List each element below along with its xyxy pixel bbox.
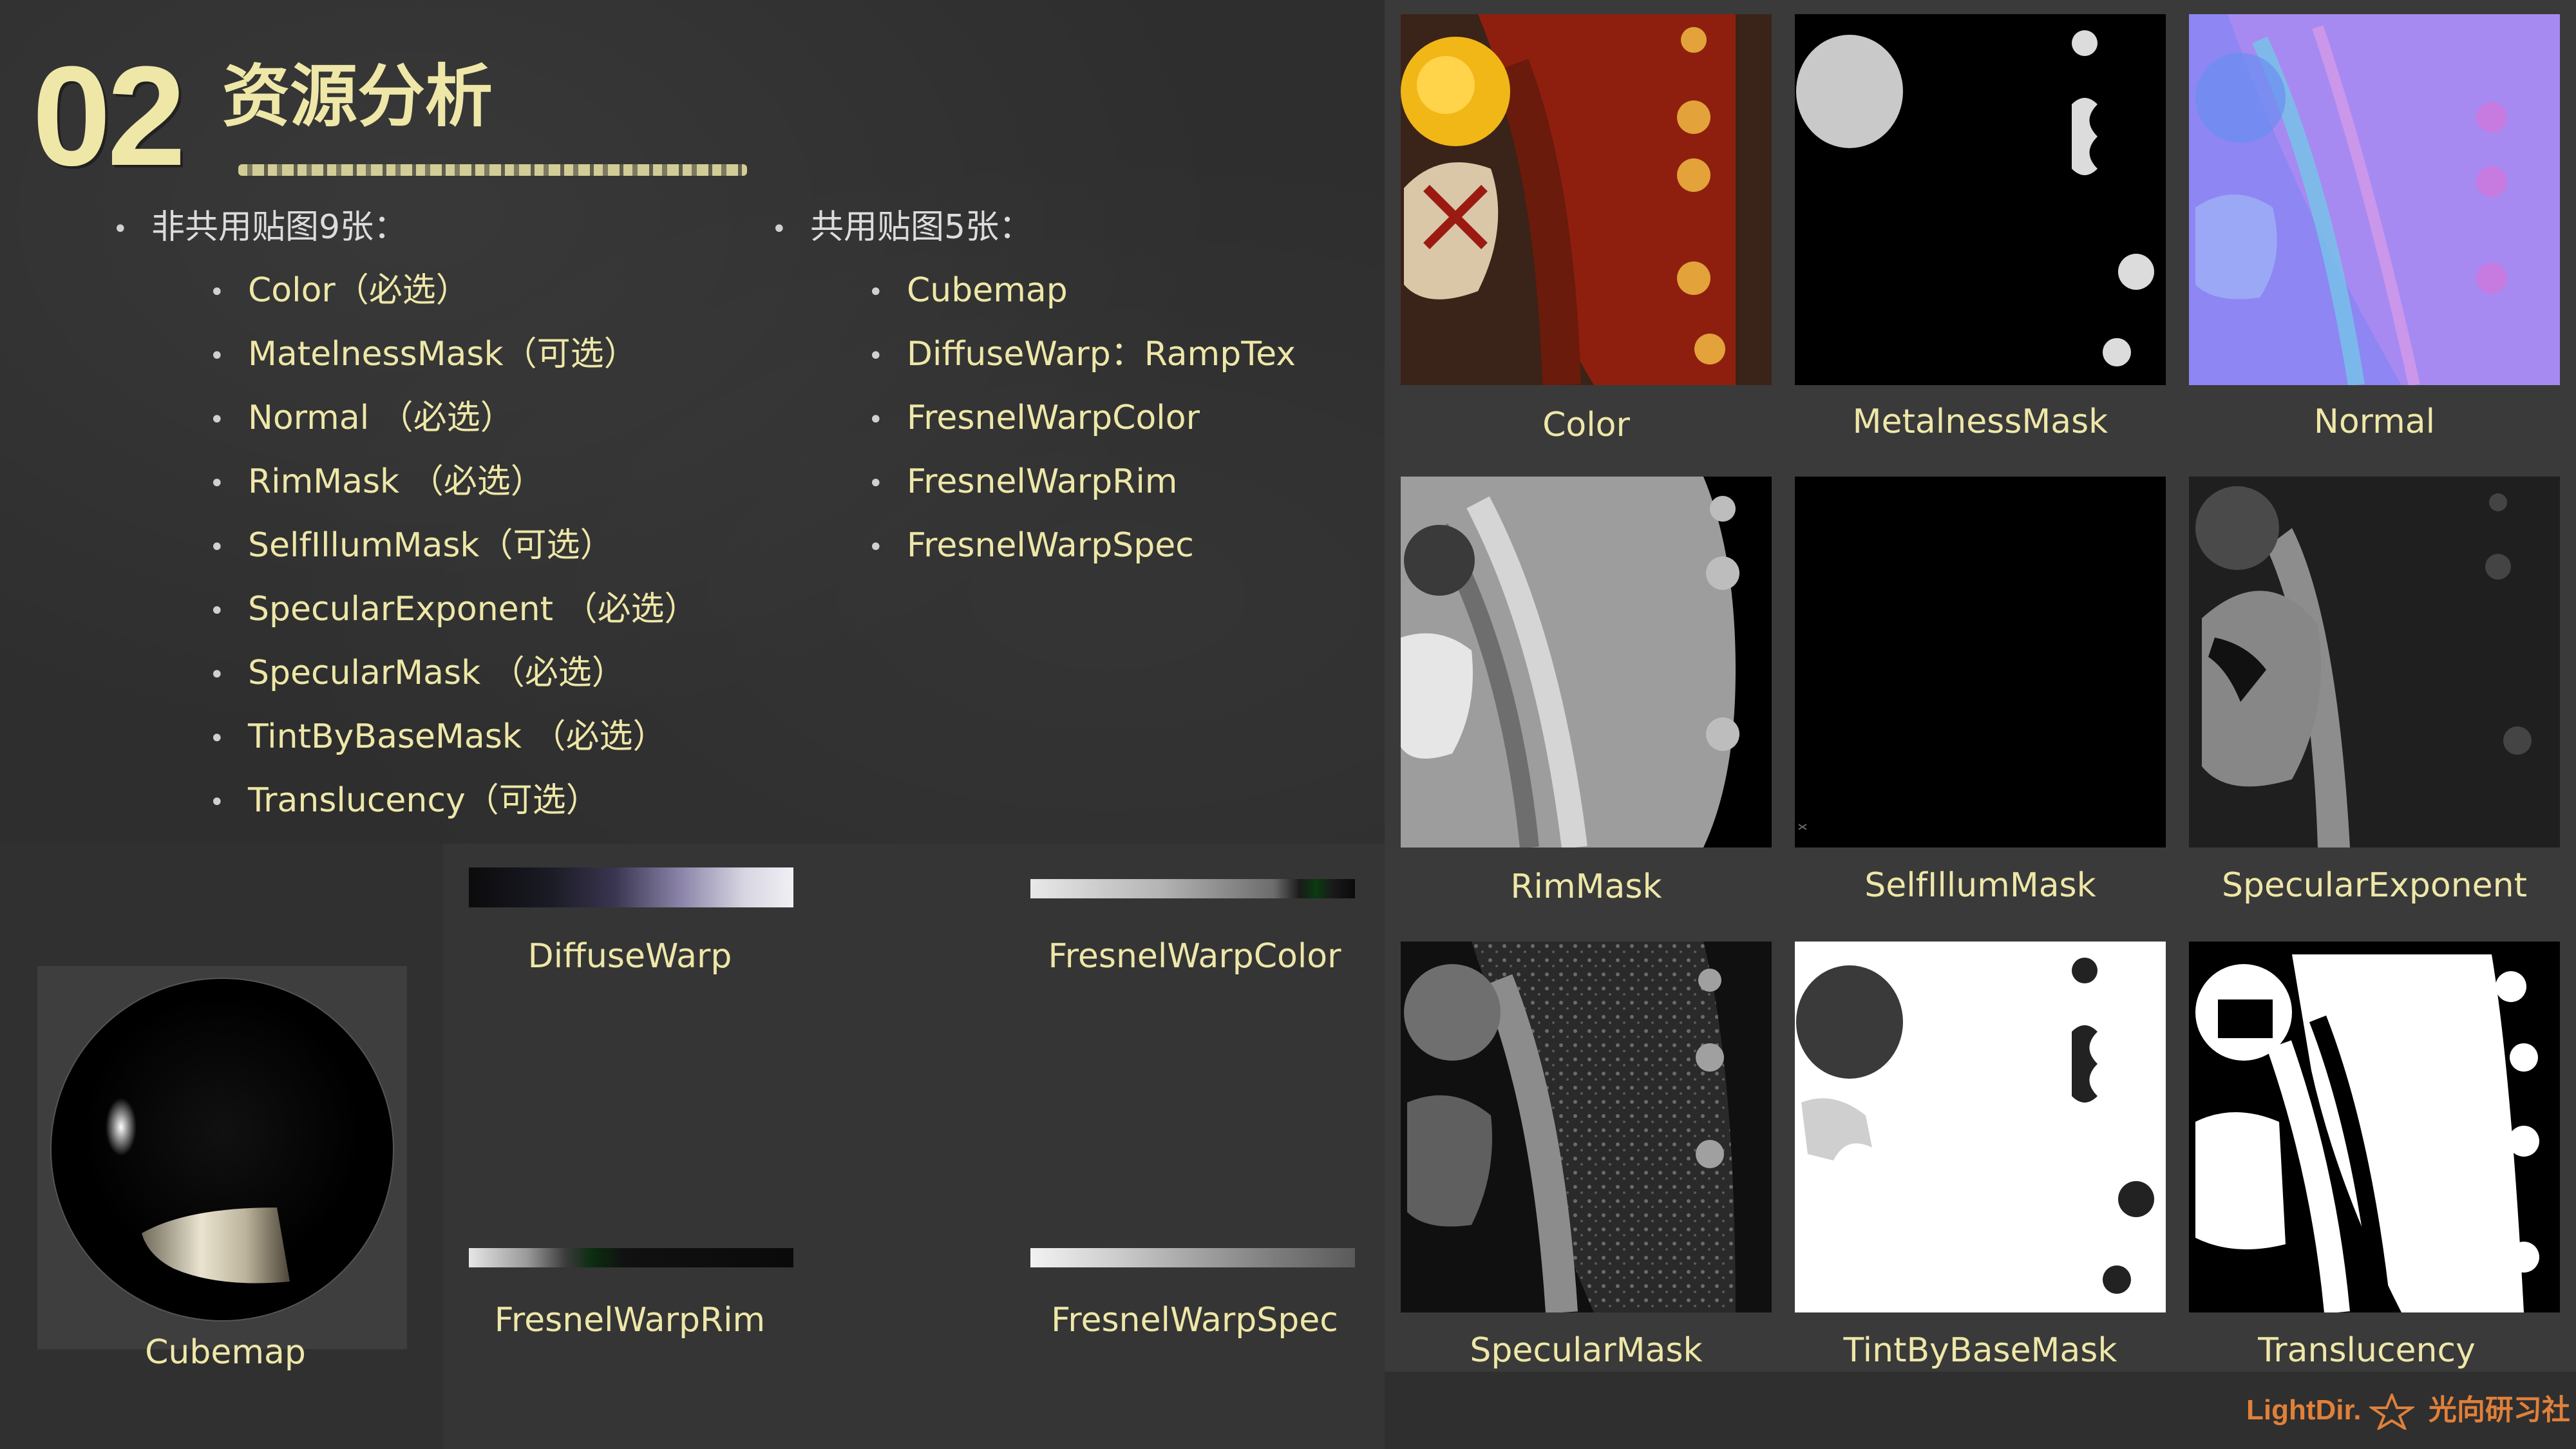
- bullet-icon: •: [209, 724, 225, 753]
- bullet-icon: •: [868, 533, 884, 562]
- logo-name-text: 光向研习社: [2428, 1394, 2570, 1426]
- color-texture-image: [1401, 14, 1772, 385]
- thumbnail-caption: SelfIllumMask: [1864, 866, 2096, 905]
- list-item: • SpecularMask （必选）: [209, 650, 625, 697]
- rim-mask-image: [1401, 477, 1772, 848]
- bullet-icon: •: [772, 214, 787, 244]
- metalness-mask-thumbnail: [1795, 14, 2166, 385]
- thumbnail-caption: Color: [1542, 406, 1630, 444]
- thumbnail-caption: SpecularExponent: [2222, 866, 2527, 905]
- cubemap-caption: Cubemap: [145, 1333, 306, 1372]
- bullet-icon: •: [868, 278, 884, 307]
- specular-mask-image: [1401, 942, 1772, 1312]
- bullet-icon: •: [209, 788, 225, 817]
- list-item: • Normal （必选）: [209, 395, 514, 442]
- thumbnail-caption: Normal: [2313, 402, 2436, 441]
- bullet-icon: •: [868, 341, 884, 371]
- ramp-caption: DiffuseWarp: [527, 937, 732, 976]
- bullet-icon: •: [209, 278, 225, 307]
- thumbnail-caption: RimMask: [1510, 867, 1662, 906]
- specular-mask-thumbnail: [1401, 942, 1772, 1312]
- section-number: 02: [32, 37, 186, 195]
- list-item: • Color（必选）: [209, 268, 469, 315]
- list-item: • Cubemap: [868, 268, 1068, 315]
- list-item: • FresnelWarpColor: [868, 395, 1200, 442]
- logo-brand-text: LightDir.: [2246, 1394, 2362, 1426]
- fresnelwarprim-ramp: [469, 1248, 793, 1267]
- chalk-underline: [238, 164, 747, 176]
- selfillum-mask-thumbnail: [1795, 477, 2166, 848]
- left-list-heading: • 非共用贴图9张：: [113, 205, 407, 252]
- translucency-thumbnail: [2189, 942, 2560, 1312]
- selfillum-mask-image: [1795, 477, 2166, 848]
- bullet-icon: •: [868, 469, 884, 498]
- right-list-heading: • 共用贴图5张：: [772, 205, 1032, 252]
- bullet-icon: •: [209, 405, 225, 435]
- translucency-image: [2189, 942, 2560, 1312]
- specular-exponent-image: [2189, 477, 2560, 848]
- list-item: • SpecularExponent （必选）: [209, 587, 698, 634]
- bullet-icon: •: [209, 341, 225, 371]
- list-item: • TintByBaseMask （必选）: [209, 714, 667, 761]
- fresnelwarpspec-ramp: [1030, 1248, 1355, 1267]
- fresnelwarpcolor-ramp: [1030, 879, 1355, 898]
- bullet-icon: •: [113, 214, 128, 244]
- bullet-icon: •: [209, 533, 225, 562]
- color-texture-thumbnail: [1401, 14, 1772, 385]
- bullet-icon: •: [209, 469, 225, 498]
- list-item: • DiffuseWarp：RampTex: [868, 332, 1296, 379]
- list-item: • RimMask （必选）: [209, 459, 544, 506]
- list-item: • FresnelWarpSpec: [868, 523, 1194, 570]
- ramp-caption: FresnelWarpSpec: [1051, 1301, 1338, 1340]
- list-item: • Translucency（可选）: [209, 778, 600, 825]
- tintbybase-mask-thumbnail: [1795, 942, 2166, 1312]
- cubemap-sphere: [52, 979, 393, 1320]
- logo-star-icon: [2367, 1391, 2416, 1432]
- bullet-icon: •: [868, 405, 884, 435]
- list-item: • SelfIllumMask（可选）: [209, 523, 614, 570]
- ramp-caption: FresnelWarpColor: [1048, 937, 1341, 976]
- cubemap-highlights: [106, 1098, 290, 1283]
- rim-mask-thumbnail: [1401, 477, 1772, 848]
- bullet-icon: •: [209, 596, 225, 626]
- diffusewarp-ramp: [469, 867, 793, 907]
- ramp-caption: FresnelWarpRim: [494, 1301, 766, 1340]
- specular-exponent-thumbnail: [2189, 477, 2560, 848]
- tintbybase-mask-image: [1795, 942, 2166, 1312]
- thumbnail-caption: MetalnessMask: [1852, 402, 2108, 441]
- thumbnail-caption: TintByBaseMask: [1843, 1331, 2117, 1370]
- normal-map-thumbnail: [2189, 14, 2560, 385]
- list-item: • FresnelWarpRim: [868, 459, 1177, 506]
- list-item: • MatelnessMask（可选）: [209, 332, 638, 379]
- thumbnail-caption: Translucency: [2258, 1331, 2476, 1370]
- metalness-mask-image: [1795, 14, 2166, 385]
- bullet-icon: •: [209, 660, 225, 690]
- thumbnail-caption: SpecularMask: [1470, 1331, 1703, 1370]
- section-title: 资源分析: [222, 57, 493, 136]
- normal-map-image: [2189, 14, 2560, 385]
- brand-logo: LightDir. 光向研习社: [2246, 1391, 2570, 1432]
